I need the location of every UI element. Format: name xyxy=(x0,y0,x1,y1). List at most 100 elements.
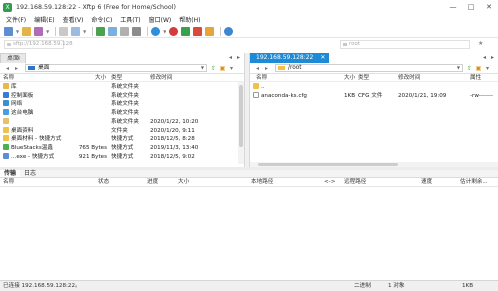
col-size[interactable]: 大小 xyxy=(178,178,189,187)
menu-edit[interactable]: 编辑(E) xyxy=(34,15,54,24)
up-folder-icon[interactable]: ⇧ xyxy=(210,65,217,72)
chevron-down-icon[interactable]: ▼ xyxy=(46,29,49,34)
properties-icon[interactable] xyxy=(120,26,130,36)
up-folder-icon[interactable]: ⇧ xyxy=(466,65,473,72)
window-title: 192.168.59.128:22 - Xftp 6 (Free for Hom… xyxy=(16,3,176,11)
sync-icon[interactable] xyxy=(108,26,118,36)
tab-remote-session[interactable]: 192.168.59.128:22 ✕ xyxy=(250,53,330,63)
address-input[interactable]: sftp://192.168.59.128 xyxy=(4,40,73,49)
close-icon[interactable]: ✕ xyxy=(16,54,21,64)
table-row[interactable]: 系统文件夹 2020/1/22, 10:20 xyxy=(0,117,244,127)
cell-type: 系统文件夹 xyxy=(111,118,139,125)
open-folder-icon[interactable] xyxy=(22,26,32,36)
col-size[interactable]: 大小 xyxy=(344,74,355,82)
help-icon[interactable] xyxy=(224,26,234,36)
col-speed[interactable]: 速度 xyxy=(421,178,432,187)
toolbar-separator xyxy=(55,26,57,36)
table-row[interactable]: 桌面资料 文件夹 2020/1/20, 9:11 xyxy=(0,126,244,136)
transfer-icon[interactable] xyxy=(96,26,106,36)
table-row[interactable]: 网络 系统文件夹 xyxy=(0,100,244,109)
chevron-down-icon[interactable]: ▼ xyxy=(163,29,166,34)
maximize-button[interactable]: □ xyxy=(462,0,480,14)
tab-log[interactable]: 日志 xyxy=(20,170,40,177)
xshell-icon[interactable] xyxy=(181,26,191,36)
bluestacks-icon xyxy=(3,143,9,150)
shortcut-icon xyxy=(3,135,9,142)
menu-icon[interactable]: ▾ xyxy=(484,65,491,72)
col-type[interactable]: 类型 xyxy=(358,74,369,82)
refresh-icon[interactable] xyxy=(71,26,81,36)
cell-type: 系统文件夹 xyxy=(111,110,139,117)
col-local-path[interactable]: 本地路径 xyxy=(251,178,273,187)
remote-address-input[interactable]: root xyxy=(340,40,470,49)
table-row[interactable]: 这台电脑 系统文件夹 xyxy=(0,109,244,118)
chevron-down-icon[interactable]: ▼ xyxy=(16,29,19,34)
col-remote-path[interactable]: 远程路径 xyxy=(344,178,366,187)
back-icon[interactable]: ◂ xyxy=(4,65,11,72)
forward-icon[interactable]: ▸ xyxy=(263,65,270,72)
globe-icon[interactable] xyxy=(151,26,161,36)
table-row[interactable]: 控制面板 系统文件夹 xyxy=(0,91,244,101)
table-row[interactable]: 库 系统文件夹 xyxy=(0,83,244,92)
key-icon[interactable] xyxy=(205,26,215,36)
col-attributes[interactable]: 属性 xyxy=(470,74,481,82)
back-icon[interactable]: ◂ xyxy=(254,65,261,72)
settings-icon[interactable] xyxy=(132,26,142,36)
local-path-combo[interactable]: 桌面 ▼ xyxy=(25,64,207,72)
col-name[interactable]: 名称 xyxy=(3,74,14,82)
col-name[interactable]: 名称 xyxy=(3,178,14,187)
chevron-down-icon[interactable]: ▼ xyxy=(83,29,86,34)
menu-view[interactable]: 查看(V) xyxy=(63,15,84,24)
local-path-bar: ◂ ▸ 桌面 ▼ ⇧ ▣ ▾ xyxy=(0,63,244,74)
chevron-right-icon[interactable]: ▸ xyxy=(491,53,494,63)
status-size: 1KB xyxy=(462,283,474,289)
tab-local-desktop[interactable]: 桌面 ✕ xyxy=(0,53,27,64)
table-row[interactable]: .. xyxy=(250,83,498,92)
col-progress[interactable]: 进度 xyxy=(147,178,158,187)
scroll-thumb[interactable] xyxy=(258,163,398,166)
remote-column-headers: 名称 大小 类型 修改时间 属性 xyxy=(250,74,498,82)
table-row[interactable]: anaconda-ks.cfg 1KB CFG 文件 2020/1/21, 19:09… xyxy=(250,91,498,101)
bookmark-icon[interactable]: ★ xyxy=(478,40,485,47)
cell-name: 桌面材料 - 快捷方式 xyxy=(11,136,62,143)
menu-help[interactable]: 帮助(H) xyxy=(179,15,200,24)
col-status[interactable]: 状态 xyxy=(98,178,109,187)
new-session-icon[interactable] xyxy=(4,26,13,36)
cell-name: BlueStacks温鑫 xyxy=(11,144,53,151)
link-icon[interactable] xyxy=(34,26,44,36)
disconnect-icon[interactable] xyxy=(59,26,69,36)
col-eta[interactable]: 估计剩余... xyxy=(460,178,488,187)
close-button[interactable]: ✕ xyxy=(480,0,498,14)
scroll-thumb[interactable] xyxy=(239,85,243,147)
menu-command[interactable]: 命令(C) xyxy=(91,15,112,24)
stop-icon[interactable] xyxy=(169,26,179,36)
forward-icon[interactable]: ▸ xyxy=(13,65,20,72)
close-icon[interactable]: ✕ xyxy=(320,53,325,63)
col-modified[interactable]: 修改时间 xyxy=(150,74,172,82)
chevron-down-icon: ▼ xyxy=(200,65,204,70)
minimize-button[interactable]: — xyxy=(444,0,462,14)
new-folder-icon[interactable]: ▣ xyxy=(475,65,482,72)
col-modified[interactable]: 修改时间 xyxy=(398,74,420,82)
remote-path-combo[interactable]: /root ▼ xyxy=(275,64,463,72)
user-folder-icon xyxy=(3,117,9,124)
chevron-left-icon[interactable]: ◂ xyxy=(229,53,232,63)
record-icon[interactable] xyxy=(193,26,203,36)
new-folder-icon[interactable]: ▣ xyxy=(219,65,226,72)
chevron-right-icon[interactable]: ▸ xyxy=(237,53,240,63)
col-direction[interactable]: <-> xyxy=(324,178,335,187)
table-row[interactable]: 桌面材料 - 快捷方式 快捷方式 2018/12/5, 8:28 xyxy=(0,135,244,144)
menu-tools[interactable]: 工具(T) xyxy=(120,15,140,24)
menu-icon[interactable]: ▾ xyxy=(228,65,235,72)
table-row[interactable]: BlueStacks温鑫 765 Bytes 快捷方式 2019/11/3, 13:4… xyxy=(0,143,244,153)
table-row[interactable]: ...exe - 快捷方式 921 Bytes 快捷方式 2018/12/5, 9:0… xyxy=(0,152,244,162)
col-size[interactable]: 大小 xyxy=(95,74,106,82)
col-type[interactable]: 类型 xyxy=(111,74,122,82)
chevron-left-icon[interactable]: ◂ xyxy=(483,53,486,63)
col-name[interactable]: 名称 xyxy=(256,74,267,82)
folder-icon xyxy=(3,126,9,133)
tab-transfer[interactable]: 传输 xyxy=(0,170,21,177)
xftp-app-icon: X xyxy=(3,2,12,12)
menu-window[interactable]: 窗口(W) xyxy=(149,15,172,24)
menu-file[interactable]: 文件(F) xyxy=(6,15,26,24)
